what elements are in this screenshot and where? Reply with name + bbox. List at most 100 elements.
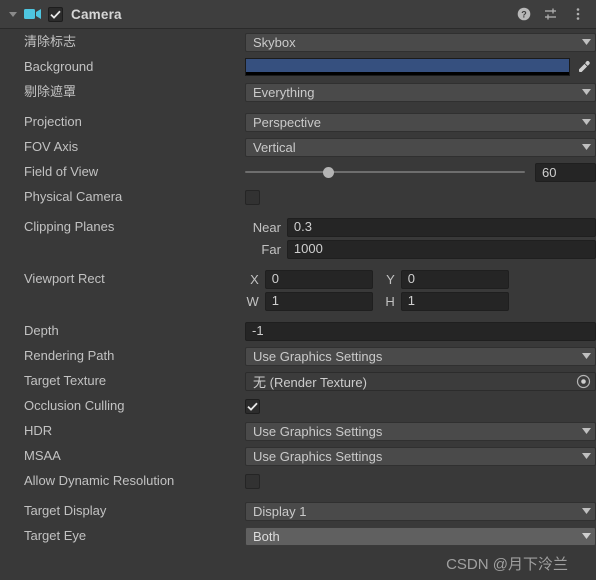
target-texture-label: Target Texture <box>24 373 107 388</box>
background-color-field <box>245 58 596 77</box>
row-clipping-planes-near: Clipping Planes Near 0.3 <box>0 217 596 237</box>
chevron-down-icon <box>582 39 591 45</box>
hdr-value: Use Graphics Settings <box>253 423 383 439</box>
help-icon[interactable]: ? <box>516 6 532 22</box>
rendering-path-label: Rendering Path <box>24 348 115 363</box>
target-display-dropdown[interactable]: Display 1 <box>245 501 596 521</box>
culling-mask-value: Everything <box>253 84 315 100</box>
clipping-planes-label: Clipping Planes <box>24 219 115 234</box>
depth-input[interactable]: -1 <box>245 321 596 341</box>
row-background: Background <box>0 57 596 77</box>
projection-label: Projection <box>24 114 82 129</box>
viewport-w-input[interactable]: 1 <box>264 291 373 311</box>
camera-icon <box>24 6 42 22</box>
chevron-down-icon <box>582 144 591 150</box>
target-eye-label: Target Eye <box>24 528 87 543</box>
row-clear-flags: 清除标志 Skybox <box>0 32 596 52</box>
physical-camera-checkbox[interactable] <box>245 189 260 205</box>
physical-camera-label: Physical Camera <box>24 189 123 204</box>
field-of-view-control: 60 <box>245 162 596 182</box>
chevron-down-icon <box>582 428 591 434</box>
occlusion-culling-checkbox[interactable] <box>245 398 260 414</box>
clear-flags-dropdown[interactable]: Skybox <box>245 32 596 52</box>
chevron-down-icon <box>582 533 591 539</box>
field-of-view-slider-knob[interactable] <box>323 166 335 178</box>
fov-axis-label: FOV Axis <box>24 139 79 154</box>
row-depth: Depth -1 <box>0 321 596 341</box>
viewport-h-label: H <box>385 293 395 309</box>
target-display-label: Target Display <box>24 503 107 518</box>
row-msaa: MSAA Use Graphics Settings <box>0 446 596 466</box>
occlusion-culling-label: Occlusion Culling <box>24 398 125 413</box>
background-label: Background <box>24 59 94 74</box>
preset-sliders-icon[interactable] <box>543 6 559 22</box>
allow-dynamic-resolution-checkbox[interactable] <box>245 473 260 489</box>
field-of-view-input[interactable]: 60 <box>535 162 596 182</box>
row-target-display: Target Display Display 1 <box>0 501 596 521</box>
svg-text:?: ? <box>521 9 527 19</box>
viewport-rect-label: Viewport Rect <box>24 271 105 286</box>
object-picker-icon[interactable] <box>575 373 592 390</box>
viewport-x-input[interactable]: 0 <box>264 269 373 289</box>
row-clipping-planes-far: Far 1000 <box>0 239 596 259</box>
projection-value: Perspective <box>253 114 321 130</box>
page-title: Camera <box>71 6 122 22</box>
target-eye-value: Both <box>253 528 280 544</box>
row-field-of-view: Field of View 60 <box>0 162 596 182</box>
culling-mask-dropdown[interactable]: Everything <box>245 82 596 102</box>
projection-dropdown[interactable]: Perspective <box>245 112 596 132</box>
row-viewport-rect-xy: Viewport Rect X 0 Y 0 <box>0 269 596 289</box>
hdr-dropdown[interactable]: Use Graphics Settings <box>245 421 596 441</box>
row-allow-dynamic-resolution: Allow Dynamic Resolution <box>0 471 596 491</box>
viewport-x-label: X <box>250 271 259 287</box>
row-projection: Projection Perspective <box>0 112 596 132</box>
header-actions: ? <box>516 6 588 22</box>
chevron-down-icon <box>582 508 591 514</box>
rendering-path-dropdown[interactable]: Use Graphics Settings <box>245 346 596 366</box>
target-texture-object-field[interactable]: 无 (Render Texture) <box>245 371 596 391</box>
field-of-view-label: Field of View <box>24 164 99 179</box>
row-target-eye: Target Eye Both <box>0 526 596 546</box>
watermark: CSDN @月下泠兰 <box>446 556 568 573</box>
chevron-down-icon[interactable] <box>6 7 20 21</box>
chevron-down-icon <box>582 453 591 459</box>
row-viewport-rect-wh: W 1 H 1 <box>0 291 596 311</box>
clear-flags-value: Skybox <box>253 34 296 50</box>
row-hdr: HDR Use Graphics Settings <box>0 421 596 441</box>
chevron-down-icon <box>582 89 591 95</box>
field-of-view-slider[interactable] <box>245 163 525 182</box>
fov-axis-value: Vertical <box>253 139 296 155</box>
clipping-near-label: Near <box>252 219 281 235</box>
depth-label: Depth <box>24 323 59 338</box>
msaa-value: Use Graphics Settings <box>253 448 383 464</box>
row-physical-camera: Physical Camera <box>0 187 596 207</box>
target-eye-dropdown[interactable]: Both <box>245 526 596 546</box>
viewport-w-label: W <box>246 293 259 309</box>
chevron-down-icon <box>582 119 591 125</box>
msaa-label: MSAA <box>24 448 61 463</box>
row-target-texture: Target Texture 无 (Render Texture) <box>0 371 596 391</box>
background-color-swatch[interactable] <box>245 58 570 76</box>
viewport-h-input[interactable]: 1 <box>400 291 509 311</box>
target-texture-value: 无 (Render Texture) <box>253 374 367 390</box>
row-culling-mask: 剔除遮罩 Everything <box>0 82 596 102</box>
row-fov-axis: FOV Axis Vertical <box>0 137 596 157</box>
viewport-y-input[interactable]: 0 <box>400 269 509 289</box>
kebab-menu-icon[interactable] <box>570 6 586 22</box>
fov-axis-dropdown[interactable]: Vertical <box>245 137 596 157</box>
viewport-y-label: Y <box>386 271 395 287</box>
component-enabled-checkbox[interactable] <box>48 6 63 22</box>
clear-flags-label: 清除标志 <box>24 34 77 49</box>
clipping-far-input[interactable]: 1000 <box>286 239 596 259</box>
clipping-far-label: Far <box>261 241 281 257</box>
clipping-near-input[interactable]: 0.3 <box>286 217 596 237</box>
row-occlusion-culling: Occlusion Culling <box>0 396 596 416</box>
component-header: Camera ? <box>0 0 596 29</box>
culling-mask-label: 剔除遮罩 <box>24 84 77 99</box>
eyedropper-icon[interactable] <box>572 58 596 77</box>
msaa-dropdown[interactable]: Use Graphics Settings <box>245 446 596 466</box>
chevron-down-icon <box>582 353 591 359</box>
row-rendering-path: Rendering Path Use Graphics Settings <box>0 346 596 366</box>
rendering-path-value: Use Graphics Settings <box>253 348 383 364</box>
allow-dynamic-resolution-label: Allow Dynamic Resolution <box>24 473 175 488</box>
